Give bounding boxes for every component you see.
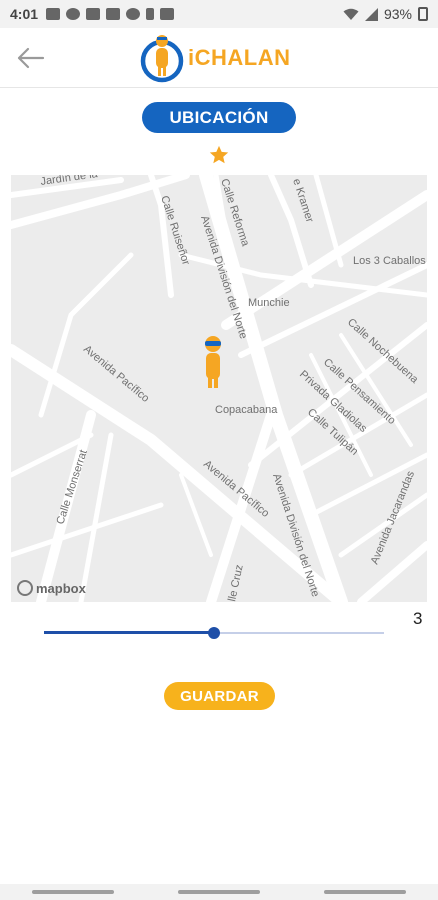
cell-signal-icon xyxy=(364,7,378,21)
mapbox-text: mapbox xyxy=(36,580,86,596)
screen-icon xyxy=(86,8,101,20)
nav-back-button[interactable] xyxy=(324,890,406,894)
map-view[interactable]: Jardín de la Calle Reforma e Kramer Call… xyxy=(11,175,427,602)
nav-recents-button[interactable] xyxy=(32,890,114,894)
person-icon xyxy=(146,8,155,20)
map-label-munchie: Munchie xyxy=(248,297,290,309)
save-button[interactable]: GUARDAR xyxy=(164,682,275,710)
nav-home-button[interactable] xyxy=(178,890,260,894)
slider-thumb[interactable] xyxy=(208,627,220,639)
back-button[interactable] xyxy=(14,42,46,74)
mapbox-logo-icon xyxy=(17,580,33,596)
signal-app-icon xyxy=(126,8,141,20)
slider-fill xyxy=(44,631,214,634)
star-icon[interactable] xyxy=(208,144,230,166)
mail-icon xyxy=(46,8,61,20)
page-title: UBICACIÓN xyxy=(142,102,296,133)
status-bar: 4:01 93% xyxy=(0,0,438,28)
status-time: 4:01 xyxy=(10,6,39,22)
slider-value: 3 xyxy=(413,609,423,628)
bag-icon xyxy=(160,8,175,20)
battery-percent: 93% xyxy=(383,6,412,22)
radius-slider[interactable] xyxy=(44,624,384,642)
arrow-left-icon xyxy=(17,47,45,69)
battery-icon xyxy=(418,7,428,21)
map-canvas: Jardín de la Calle Reforma e Kramer Call… xyxy=(11,175,427,602)
app-logo: iCHALAN xyxy=(140,32,291,84)
notification-icons xyxy=(46,8,175,20)
eye-icon xyxy=(66,8,81,20)
mapbox-attribution[interactable]: mapbox xyxy=(17,580,86,596)
system-nav-bar xyxy=(0,884,438,900)
map-label-los3caballos: Los 3 Caballos xyxy=(353,255,426,267)
chat-icon xyxy=(106,8,121,20)
logo-mascot-icon xyxy=(140,35,184,83)
app-header: iCHALAN xyxy=(0,28,438,88)
wifi-icon xyxy=(343,8,359,20)
system-status: 93% xyxy=(343,6,428,22)
location-screen: 4:01 93% iCHALAN UBICACIÓN Jardín de la … xyxy=(0,0,438,900)
logo-text: iCHALAN xyxy=(188,45,291,70)
map-label-copacabana: Copacabana xyxy=(215,404,278,416)
